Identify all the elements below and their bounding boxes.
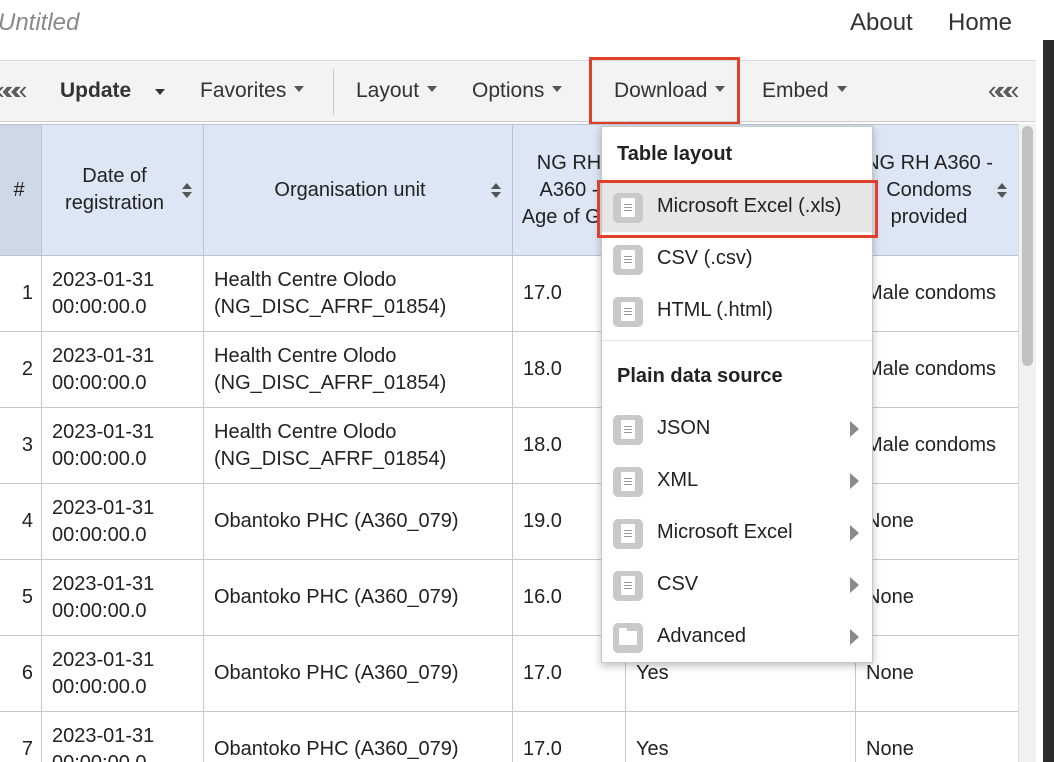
vertical-scrollbar[interactable] (1018, 124, 1036, 762)
menu-item-microsoft-excel[interactable]: Microsoft Excel (602, 508, 872, 558)
cell-org-unit: Obantoko PHC (A360_079) (203, 483, 513, 560)
toolbar: ««« Update Favorites Layout Options Down… (0, 60, 1036, 122)
submenu-arrow-icon (850, 577, 859, 593)
cell-date: 2023-01-31 00:00:00.0 (41, 407, 204, 484)
menu-item-advanced[interactable]: Advanced (602, 612, 872, 662)
update-button[interactable]: Update (60, 79, 131, 103)
document-icon (613, 467, 643, 497)
menu-item-label: Advanced (657, 625, 746, 647)
column-header-condoms[interactable]: NG RH A360 - Condoms provided (855, 124, 1018, 256)
cell-date: 2023-01-31 00:00:00.0 (41, 331, 204, 408)
about-link[interactable]: About (850, 9, 913, 37)
favorites-label: Favorites (200, 79, 287, 102)
collapse-right-button[interactable]: ««« (988, 75, 1019, 106)
embed-label: Embed (762, 79, 829, 102)
cell-number: 7 (0, 711, 42, 762)
options-label: Options (472, 79, 545, 102)
cell-org-unit: Obantoko PHC (A360_079) (203, 559, 513, 636)
document-icon (613, 571, 643, 601)
excel-highlight-box (597, 180, 878, 238)
menu-section-plain-data: Plain data source (617, 365, 783, 387)
cell-org-unit: Obantoko PHC (A360_079) (203, 711, 513, 762)
cell-condoms: None (855, 559, 1018, 636)
column-header-label: NG RH A360 - Condoms provided (865, 151, 993, 228)
app-title: Untitled (0, 9, 80, 36)
submenu-arrow-icon (850, 473, 859, 489)
cell-number: 6 (0, 635, 42, 712)
layout-menu[interactable]: Layout (356, 79, 438, 103)
sort-icon[interactable] (491, 183, 501, 199)
cell-date: 2023-01-31 00:00:00.0 (41, 635, 204, 712)
sort-icon[interactable] (997, 183, 1007, 199)
menu-item-xml[interactable]: XML (602, 456, 872, 506)
menu-item-csv-plain[interactable]: CSV (602, 560, 872, 610)
menu-item-label: JSON (657, 417, 711, 439)
cell-condoms: Male condoms (855, 331, 1018, 408)
layout-label: Layout (356, 79, 420, 102)
collapse-left-button[interactable]: ««« (0, 75, 27, 106)
menu-item-label: CSV (.csv) (657, 247, 753, 269)
chevron-down-icon (427, 86, 438, 93)
column-header-label: Organisation unit (274, 178, 426, 201)
cell-condoms: Male condoms (855, 255, 1018, 332)
cell-date: 2023-01-31 00:00:00.0 (41, 255, 204, 332)
cell-number: 2 (0, 331, 42, 408)
top-bar: Untitled About Home (0, 0, 1054, 58)
sort-icon[interactable] (182, 183, 192, 199)
column-header-number: # (0, 124, 42, 256)
cell-org-unit: Health Centre Olodo (NG_DISC_AFRF_01854) (203, 331, 513, 408)
cell-date: 2023-01-31 00:00:00.0 (41, 559, 204, 636)
submenu-arrow-icon (850, 525, 859, 541)
cell-col4: Yes (625, 711, 856, 762)
menu-divider (602, 340, 872, 341)
menu-item-csv[interactable]: CSV (.csv) (602, 234, 872, 284)
cell-number: 4 (0, 483, 42, 560)
menu-item-label: CSV (657, 573, 699, 595)
cell-number: 3 (0, 407, 42, 484)
toolbar-divider (333, 69, 334, 115)
chevron-down-icon (552, 86, 563, 93)
menu-item-label: XML (657, 469, 699, 491)
cell-org-unit: Health Centre Olodo (NG_DISC_AFRF_01854) (203, 255, 513, 332)
window-edge (1043, 40, 1054, 762)
menu-item-json[interactable]: JSON (602, 404, 872, 454)
cell-age: 17.0 (512, 711, 626, 762)
scrollbar-thumb[interactable] (1022, 126, 1033, 366)
table-row: 7 2023-01-31 00:00:00.0 Obantoko PHC (A3… (0, 711, 1018, 762)
column-header-label: Date of registration (65, 165, 164, 214)
menu-item-label: HTML (.html) (657, 299, 773, 321)
cell-org-unit: Obantoko PHC (A360_079) (203, 635, 513, 712)
column-header-date[interactable]: Date of registration (41, 124, 204, 256)
menu-item-label: Microsoft Excel (657, 521, 793, 543)
document-icon (613, 245, 643, 275)
menu-item-html[interactable]: HTML (.html) (602, 286, 872, 336)
menu-section-table-layout: Table layout (617, 143, 733, 165)
cell-date: 2023-01-31 00:00:00.0 (41, 711, 204, 762)
cell-number: 5 (0, 559, 42, 636)
folder-icon (613, 623, 643, 653)
chevron-down-icon (836, 86, 847, 93)
favorites-menu[interactable]: Favorites (200, 79, 305, 103)
home-link[interactable]: Home (948, 9, 1012, 37)
document-icon (613, 415, 643, 445)
document-icon (613, 297, 643, 327)
cell-date: 2023-01-31 00:00:00.0 (41, 483, 204, 560)
column-header-label: # (13, 178, 25, 201)
download-highlight-box (589, 57, 740, 125)
cell-condoms: Male condoms (855, 407, 1018, 484)
update-menu-caret-icon[interactable] (155, 89, 165, 95)
cell-condoms: None (855, 711, 1018, 762)
embed-menu[interactable]: Embed (762, 79, 847, 103)
submenu-arrow-icon (850, 421, 859, 437)
chevron-down-icon (294, 86, 305, 93)
column-header-org-unit[interactable]: Organisation unit (203, 124, 513, 256)
cell-condoms: None (855, 635, 1018, 712)
cell-org-unit: Health Centre Olodo (NG_DISC_AFRF_01854) (203, 407, 513, 484)
document-icon (613, 519, 643, 549)
cell-number: 1 (0, 255, 42, 332)
options-menu[interactable]: Options (472, 79, 563, 103)
cell-condoms: None (855, 483, 1018, 560)
submenu-arrow-icon (850, 629, 859, 645)
